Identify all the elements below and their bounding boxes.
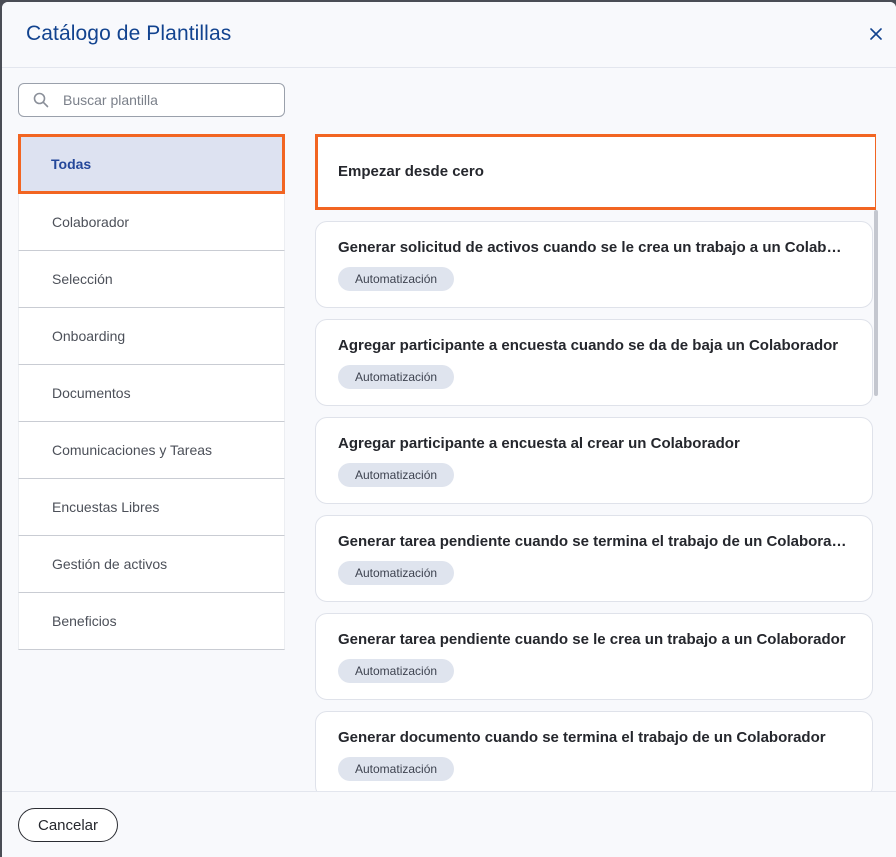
modal-title: Catálogo de Plantillas [26,22,232,45]
card-title: Generar documento cuando se termina el t… [338,729,826,746]
template-card[interactable]: Generar tarea pendiente cuando se termin… [315,515,873,602]
type-badge: Automatización [338,267,455,291]
modal-footer: Cancelar [2,791,896,857]
card-title: Generar tarea pendiente cuando se termin… [338,533,850,550]
template-card[interactable]: Generar solicitud de activos cuando se l… [315,221,873,308]
sidebar-item-label: Beneficios [52,613,117,629]
sidebar-item-label: Gestión de activos [52,556,168,572]
sidebar-item-label: Comunicaciones y Tareas [52,442,213,458]
card-title: Agregar participante a encuesta al crear… [338,435,740,452]
sidebar-item-colaborador[interactable]: Colaborador [18,194,285,251]
type-badge: Automatización [338,757,455,781]
type-badge: Automatización [338,659,455,683]
sidebar-item-documentos[interactable]: Documentos [18,365,285,422]
template-card[interactable]: Generar tarea pendiente cuando se le cre… [315,613,873,700]
search-box[interactable] [18,83,285,117]
close-icon [870,28,882,40]
template-card[interactable]: Agregar participante a encuesta cuando s… [315,319,873,406]
sidebar-item-label: Todas [51,156,92,172]
type-badge: Automatización [338,463,455,487]
card-title: Empezar desde cero [338,163,484,180]
sidebar-item-label: Onboarding [52,328,126,344]
search-icon [33,91,51,109]
modal-header: Catálogo de Plantillas [2,2,896,68]
sidebar-item-seleccion[interactable]: Selección [18,251,285,308]
sidebar-item-beneficios[interactable]: Beneficios [18,593,285,650]
card-title: Generar tarea pendiente cuando se le cre… [338,631,846,648]
search-input[interactable] [63,92,273,108]
template-list: Empezar desde cero Generar solicitud de … [315,134,876,791]
template-card[interactable]: Generar documento cuando se termina el t… [315,711,873,791]
sidebar-item-encuestas[interactable]: Encuestas Libres [18,479,285,536]
start-from-scratch-card[interactable]: Empezar desde cero [315,134,876,210]
type-badge: Automatización [338,365,455,389]
sidebar-item-label: Colaborador [52,214,130,230]
sidebar-item-activos[interactable]: Gestión de activos [18,536,285,593]
card-title: Generar solicitud de activos cuando se l… [338,239,850,256]
sidebar-item-label: Selección [52,271,113,287]
sidebar-item-todas[interactable]: Todas [18,134,285,194]
close-button[interactable] [866,24,886,44]
card-title: Agregar participante a encuesta cuando s… [338,337,839,354]
type-badge: Automatización [338,561,455,585]
sidebar-item-label: Documentos [52,385,131,401]
scrollbar[interactable] [874,210,878,396]
category-sidebar: Todas Colaborador Selección Onboarding D… [18,134,285,650]
sidebar-item-onboarding[interactable]: Onboarding [18,308,285,365]
sidebar-item-comunicaciones[interactable]: Comunicaciones y Tareas [18,422,285,479]
sidebar-item-label: Encuestas Libres [52,499,160,515]
cancel-button[interactable]: Cancelar [18,808,118,842]
template-card[interactable]: Agregar participante a encuesta al crear… [315,417,873,504]
template-catalog-modal: Catálogo de Plantillas Todas Colaborador… [2,2,896,857]
